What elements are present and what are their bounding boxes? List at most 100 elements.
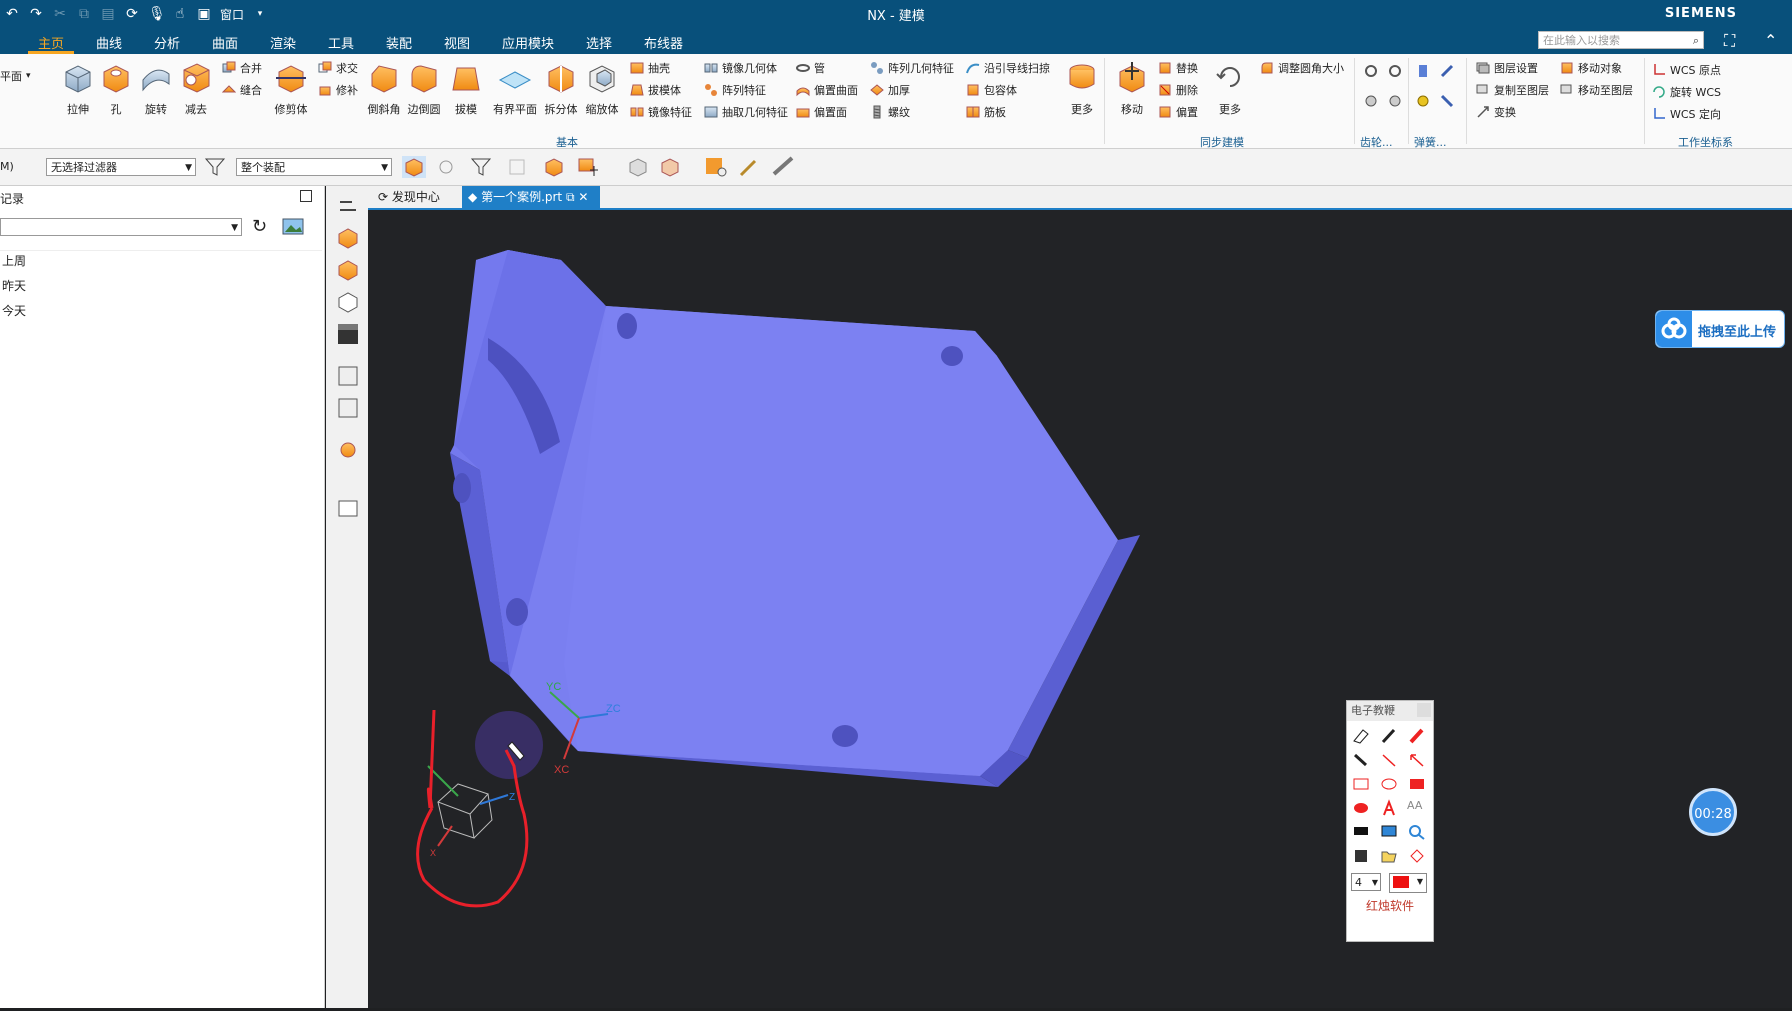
extrude-button[interactable]: 拉伸 (58, 60, 98, 117)
thread-button[interactable]: 螺纹 (870, 104, 910, 120)
close-icon[interactable] (1417, 703, 1431, 717)
filled-rectangle-icon[interactable] (1407, 775, 1427, 793)
measure-icon[interactable] (772, 156, 796, 178)
hd3d-icon[interactable] (336, 396, 360, 420)
select-features-icon[interactable] (402, 156, 426, 178)
line-width-dropdown[interactable]: 4 ▼ (1351, 873, 1381, 891)
filter-icon[interactable] (204, 156, 228, 178)
edge-blend-button[interactable]: 边倒圆 (404, 60, 444, 117)
view-section-icon[interactable] (658, 156, 682, 178)
brush-icon[interactable] (738, 156, 762, 178)
more-sync-button[interactable]: 更多 (1210, 60, 1250, 117)
select-body-icon[interactable] (542, 156, 566, 178)
shell-button[interactable]: 抽壳 (630, 60, 670, 76)
marker-icon[interactable] (1351, 751, 1371, 769)
spring-tool-3[interactable] (1416, 94, 1430, 108)
group-label-wcs[interactable]: 工作坐标系 (1678, 134, 1733, 150)
move-object-button[interactable]: 移动对象 (1560, 60, 1622, 76)
palette-icon[interactable] (336, 322, 360, 346)
sweep-along-guide-button[interactable]: 沿引导线扫掠 (966, 60, 1050, 76)
spring-tool-4[interactable] (1440, 94, 1454, 108)
menu-button[interactable]: M) (0, 160, 14, 173)
save-icon[interactable] (1351, 847, 1371, 865)
image-view-icon[interactable] (282, 218, 306, 236)
offset-surface-button[interactable]: 偏置曲面 (796, 82, 858, 98)
gear-tool-3[interactable] (1364, 94, 1378, 108)
list-item[interactable]: 昨天 (2, 277, 26, 294)
tube-button[interactable]: 管 (796, 60, 825, 76)
shape-icon[interactable] (1407, 847, 1427, 865)
subtract-button[interactable]: 减去 (176, 60, 216, 117)
constraint-navigator-icon[interactable] (336, 290, 360, 314)
group-label-gear[interactable]: 齿轮... (1360, 134, 1393, 150)
color-picker[interactable]: ▼ (1389, 873, 1427, 893)
revolve-button[interactable]: 旋转 (136, 60, 176, 117)
screen-icon[interactable] (1379, 823, 1399, 841)
move-to-layer-button[interactable]: 移动至图层 (1560, 82, 1633, 98)
pen-icon[interactable] (1379, 727, 1399, 745)
pattern-feature-button[interactable]: 阵列特征 (704, 82, 766, 98)
type-filter-dropdown[interactable]: 无选择过滤器 ▼ (46, 158, 196, 176)
chamfer-button[interactable]: 倒斜角 (364, 60, 404, 117)
tab-assembly[interactable]: 装配 (386, 33, 412, 52)
mirror-geometry-button[interactable]: 镜像几何体 (704, 60, 777, 76)
orange-settings-icon[interactable] (704, 156, 728, 178)
part-navigator-icon[interactable] (336, 226, 360, 250)
gear-tool-4[interactable] (1388, 94, 1402, 108)
assembly-scope-dropdown[interactable]: 整个装配 ▼ (236, 158, 392, 176)
plane-dropdown[interactable]: 平面 ▾ (0, 68, 31, 84)
copy-to-layer-button[interactable]: 复制至图层 (1476, 82, 1549, 98)
snap-point-icon[interactable] (434, 156, 458, 178)
close-icon[interactable]: ✕ (578, 190, 588, 204)
tab-analysis[interactable]: 分析 (154, 33, 180, 52)
bounding-body-button[interactable]: 包容体 (966, 82, 1017, 98)
draft-button[interactable]: 拔模 (446, 60, 486, 117)
pattern-geometry-button[interactable]: 阵列几何特征 (870, 60, 954, 76)
transform-button[interactable]: 变换 (1476, 104, 1516, 120)
search-icon[interactable]: ⌕ (1693, 32, 1699, 50)
text-size-tool[interactable]: AA (1407, 799, 1427, 817)
show-hide-icon[interactable] (626, 156, 650, 178)
rectangle-icon[interactable] (1351, 775, 1371, 793)
tab-render[interactable]: 渲染 (270, 33, 296, 52)
list-item[interactable]: 今天 (2, 302, 26, 319)
maximize-panel-icon[interactable] (300, 190, 312, 202)
sew-button[interactable]: 缝合 (222, 82, 262, 98)
delete-face-button[interactable]: 删除 (1158, 82, 1198, 98)
filter-list-icon[interactable] (470, 156, 494, 178)
rotate-wcs-button[interactable]: 旋转 WCS (1652, 84, 1721, 100)
arrow-icon[interactable] (1407, 751, 1427, 769)
split-body-button[interactable]: 拆分体 (541, 60, 581, 117)
spring-tool-2[interactable] (1440, 64, 1454, 78)
refresh-icon[interactable]: ↻ (252, 216, 267, 237)
gear-tool-2[interactable] (1388, 64, 1402, 78)
tab-home[interactable]: 主页 (38, 33, 64, 52)
text-tool-icon[interactable] (1379, 799, 1399, 817)
open-folder-icon[interactable] (1379, 847, 1399, 865)
assembly-navigator-icon[interactable] (336, 258, 360, 282)
tab-selection[interactable]: 选择 (586, 33, 612, 52)
sync-icon[interactable] (336, 194, 360, 218)
model-canvas[interactable]: YC ZC XC Z X (368, 210, 1792, 1008)
graphics-window[interactable]: YC ZC XC Z X (368, 210, 1792, 1008)
rib-button[interactable]: 筋板 (966, 104, 1006, 120)
web-browser-icon[interactable] (336, 496, 360, 520)
patch-button[interactable]: 修补 (318, 82, 358, 98)
popout-icon[interactable]: ⧉ (566, 190, 575, 204)
mirror-feature-button[interactable]: 镜像特征 (630, 104, 692, 120)
highlighter-icon[interactable] (1407, 727, 1427, 745)
gear-tool-1[interactable] (1364, 64, 1378, 78)
more-basic-button[interactable]: 更多 (1062, 60, 1102, 117)
bounded-plane-button[interactable]: 有界平面 (490, 60, 540, 117)
filled-ellipse-icon[interactable] (1351, 799, 1371, 817)
trim-body-button[interactable]: 修剪体 (270, 60, 312, 117)
unite-button[interactable]: 合并 (222, 60, 262, 76)
extract-geometry-button[interactable]: 抽取几何特征 (704, 104, 788, 120)
line-icon[interactable] (1379, 751, 1399, 769)
blackboard-icon[interactable] (1351, 823, 1371, 841)
reuse-library-icon[interactable] (336, 364, 360, 388)
spring-tool-1[interactable] (1416, 64, 1430, 78)
intersect-button[interactable]: 求交 (318, 60, 358, 76)
thicken-button[interactable]: 加厚 (870, 82, 910, 98)
replace-face-button[interactable]: 替换 (1158, 60, 1198, 76)
